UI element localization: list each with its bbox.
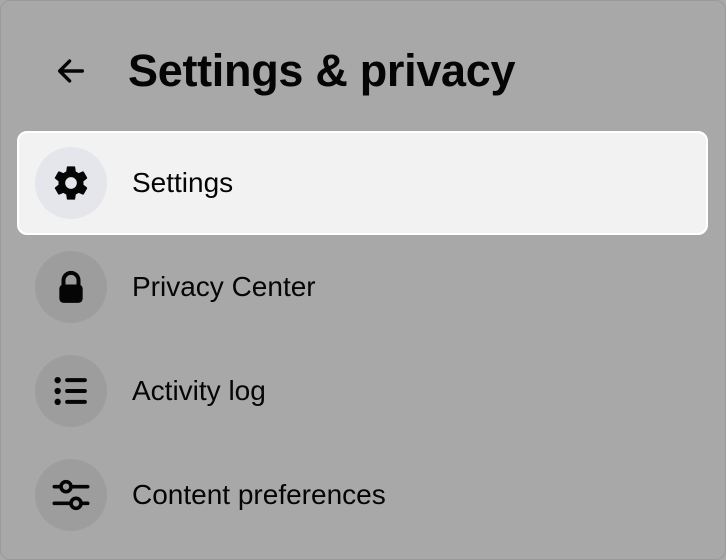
menu-item-settings[interactable]: Settings xyxy=(17,131,708,235)
menu-item-label: Content preferences xyxy=(132,479,386,510)
menu-item-privacy-center[interactable]: Privacy Center xyxy=(17,235,708,339)
panel-header: Settings & privacy xyxy=(1,31,725,115)
sliders-icon xyxy=(52,479,90,511)
menu-item-label: Privacy Center xyxy=(132,271,316,302)
page-title: Settings & privacy xyxy=(128,45,516,96)
menu-item-icon-wrap xyxy=(35,251,107,323)
menu-item-icon-wrap xyxy=(35,355,107,427)
lock-icon xyxy=(59,270,83,303)
arrow-left-icon xyxy=(57,59,85,83)
back-button[interactable] xyxy=(43,43,99,99)
list-icon xyxy=(54,377,87,405)
menu-item-label: Settings xyxy=(132,167,234,198)
menu-item-icon-wrap xyxy=(35,459,107,531)
menu-item-label: Activity log xyxy=(132,375,266,406)
menu-item-content-preferences[interactable]: Content preferences xyxy=(17,443,708,547)
menu-item-icon-wrap xyxy=(35,147,107,219)
gear-icon xyxy=(54,166,88,200)
settings-privacy-panel: Settings & privacy Settings Privacy Cent… xyxy=(0,0,726,560)
menu-item-activity-log[interactable]: Activity log xyxy=(17,339,708,443)
